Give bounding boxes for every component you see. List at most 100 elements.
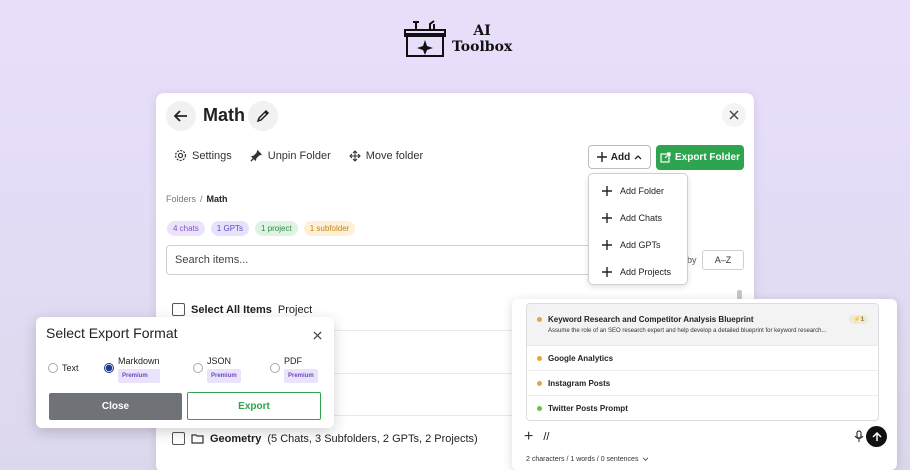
breadcrumb-folders-link[interactable]: Folders	[166, 194, 196, 204]
format-radio[interactable]	[270, 363, 280, 373]
attach-plus-icon[interactable]: +	[524, 428, 533, 446]
prompt-description: Assume the role of an SEO research exper…	[548, 328, 827, 334]
prompt-item[interactable]: Keyword Research and Competitor Analysis…	[527, 304, 878, 346]
format-option-pdf[interactable]: PDF Premium	[270, 355, 318, 383]
move-folder-button[interactable]: Move folder	[348, 149, 424, 162]
menu-item-add-folder[interactable]: Add Folder	[589, 177, 687, 204]
menu-item-add-projects[interactable]: Add Projects	[589, 258, 687, 285]
add-label: Add	[610, 151, 631, 163]
chevron-down-icon[interactable]	[642, 457, 649, 462]
status-dot	[537, 317, 542, 322]
format-options: Text Markdown Premium JSON Premium PDF P…	[48, 355, 328, 383]
page-title: Math	[203, 105, 245, 125]
format-label: Markdown	[118, 356, 160, 366]
folder-icon	[191, 434, 204, 444]
folder-name: Geometry	[210, 432, 262, 445]
microphone-icon[interactable]	[854, 430, 864, 443]
select-all-row[interactable]: Select All Items Project	[172, 303, 312, 316]
close-panel-button[interactable]	[722, 103, 746, 127]
sort-select[interactable]: A–Z	[702, 250, 744, 270]
back-button[interactable]	[166, 101, 196, 131]
chat-input[interactable]: //	[543, 431, 549, 443]
arrow-left-icon	[174, 110, 187, 122]
tag-subfolders: 1 subfolder	[303, 221, 356, 236]
prompt-item-header: Keyword Research and Competitor Analysis…	[537, 315, 878, 324]
menu-item-label: Add GPTs	[620, 239, 661, 250]
send-button[interactable]	[866, 426, 887, 447]
menu-item-add-gpts[interactable]: Add GPTs	[589, 231, 687, 258]
folder-row-geometry[interactable]: Geometry (5 Chats, 3 Subfolders, 2 GPTs,…	[172, 432, 478, 445]
premium-badge: Premium	[118, 369, 160, 383]
menu-item-label: Add Folder	[620, 185, 665, 196]
prompt-title: Twitter Posts Prompt	[548, 403, 628, 413]
ai-toolbox-logo: AI Toolbox	[404, 18, 512, 60]
pin-icon	[250, 149, 262, 162]
unpin-folder-button[interactable]: Unpin Folder	[250, 149, 331, 162]
add-dropdown-button[interactable]: Add	[588, 145, 651, 169]
prompt-title: Keyword Research and Competitor Analysis…	[548, 315, 754, 324]
row-checkbox[interactable]	[172, 432, 185, 445]
prompt-suggestion-list: Keyword Research and Competitor Analysis…	[526, 303, 879, 421]
plus-icon	[602, 212, 612, 223]
premium-badge: Premium	[284, 369, 318, 383]
prompt-title: Google Analytics	[548, 353, 614, 363]
close-icon	[313, 331, 322, 340]
select-all-suffix: Project	[277, 303, 313, 316]
edit-title-button[interactable]	[248, 101, 278, 131]
format-option-json[interactable]: JSON Premium	[193, 355, 241, 383]
move-folder-label: Move folder	[365, 149, 424, 162]
settings-label: Settings	[192, 149, 232, 162]
add-dropdown-menu: Add Folder Add Chats Add GPTs Add Projec…	[588, 173, 688, 285]
folder-toolbar: Settings Unpin Folder Move folder	[174, 149, 423, 162]
format-label: PDF	[284, 356, 302, 366]
gear-icon	[174, 149, 187, 162]
prompt-item[interactable]: Instagram Posts	[527, 371, 878, 396]
format-label-group: Markdown Premium	[118, 355, 160, 383]
sort-by-label: by	[687, 255, 697, 265]
menu-item-label: Add Chats	[620, 212, 663, 223]
pencil-icon	[256, 109, 270, 123]
logo-line-1: AI	[473, 23, 491, 39]
plus-icon	[602, 185, 612, 196]
format-radio[interactable]	[48, 363, 58, 373]
settings-button[interactable]: Settings	[174, 149, 232, 162]
menu-item-add-chats[interactable]: Add Chats	[589, 204, 687, 231]
dialog-title: Select Export Format	[46, 325, 178, 341]
tag-chats: 4 chats	[167, 221, 205, 236]
plus-icon	[602, 266, 612, 277]
format-option-markdown[interactable]: Markdown Premium	[104, 355, 160, 383]
breadcrumb-current: Math	[206, 194, 228, 204]
format-label: JSON	[207, 356, 232, 366]
chat-input-bar: + //	[522, 424, 892, 450]
status-dot	[537, 355, 542, 361]
premium-badge: Premium	[207, 369, 241, 383]
move-arrows-icon	[348, 149, 361, 162]
format-option-text[interactable]: Text	[48, 355, 79, 374]
input-stats: 2 characters / 1 words / 0 sentences	[526, 456, 649, 463]
format-radio-selected[interactable]	[104, 363, 114, 373]
prompt-item[interactable]: Twitter Posts Prompt	[527, 396, 878, 420]
prompt-widget: Keyword Research and Competitor Analysis…	[512, 299, 897, 470]
export-folder-button[interactable]: Export Folder	[656, 145, 744, 170]
export-icon	[660, 152, 671, 163]
prompt-item[interactable]: Google Analytics	[527, 346, 878, 371]
logo-line-2: Toolbox	[452, 39, 513, 55]
tag-gpts: 1 GPTs	[210, 221, 250, 236]
select-all-checkbox[interactable]	[172, 303, 185, 316]
close-button[interactable]: Close	[49, 393, 182, 420]
toolbox-icon	[404, 20, 446, 57]
plus-icon	[596, 152, 607, 162]
export-format-dialog: Select Export Format Text Markdown Premi…	[36, 317, 334, 428]
export-button[interactable]: Export	[187, 392, 321, 420]
close-dialog-button[interactable]	[313, 327, 322, 345]
search-input[interactable]	[166, 245, 591, 275]
folder-stats-tags: 4 chats 1 GPTs 1 project 1 subfolder	[167, 221, 356, 236]
close-icon	[729, 110, 739, 120]
format-label-group: PDF Premium	[284, 355, 318, 383]
format-radio[interactable]	[193, 363, 203, 373]
prompt-badge: ⚡1	[849, 315, 868, 324]
arrow-up-icon	[871, 431, 882, 441]
plus-icon	[602, 239, 612, 250]
stats-text: 2 characters / 1 words / 0 sentences	[526, 456, 639, 463]
format-label: Text	[62, 363, 79, 373]
